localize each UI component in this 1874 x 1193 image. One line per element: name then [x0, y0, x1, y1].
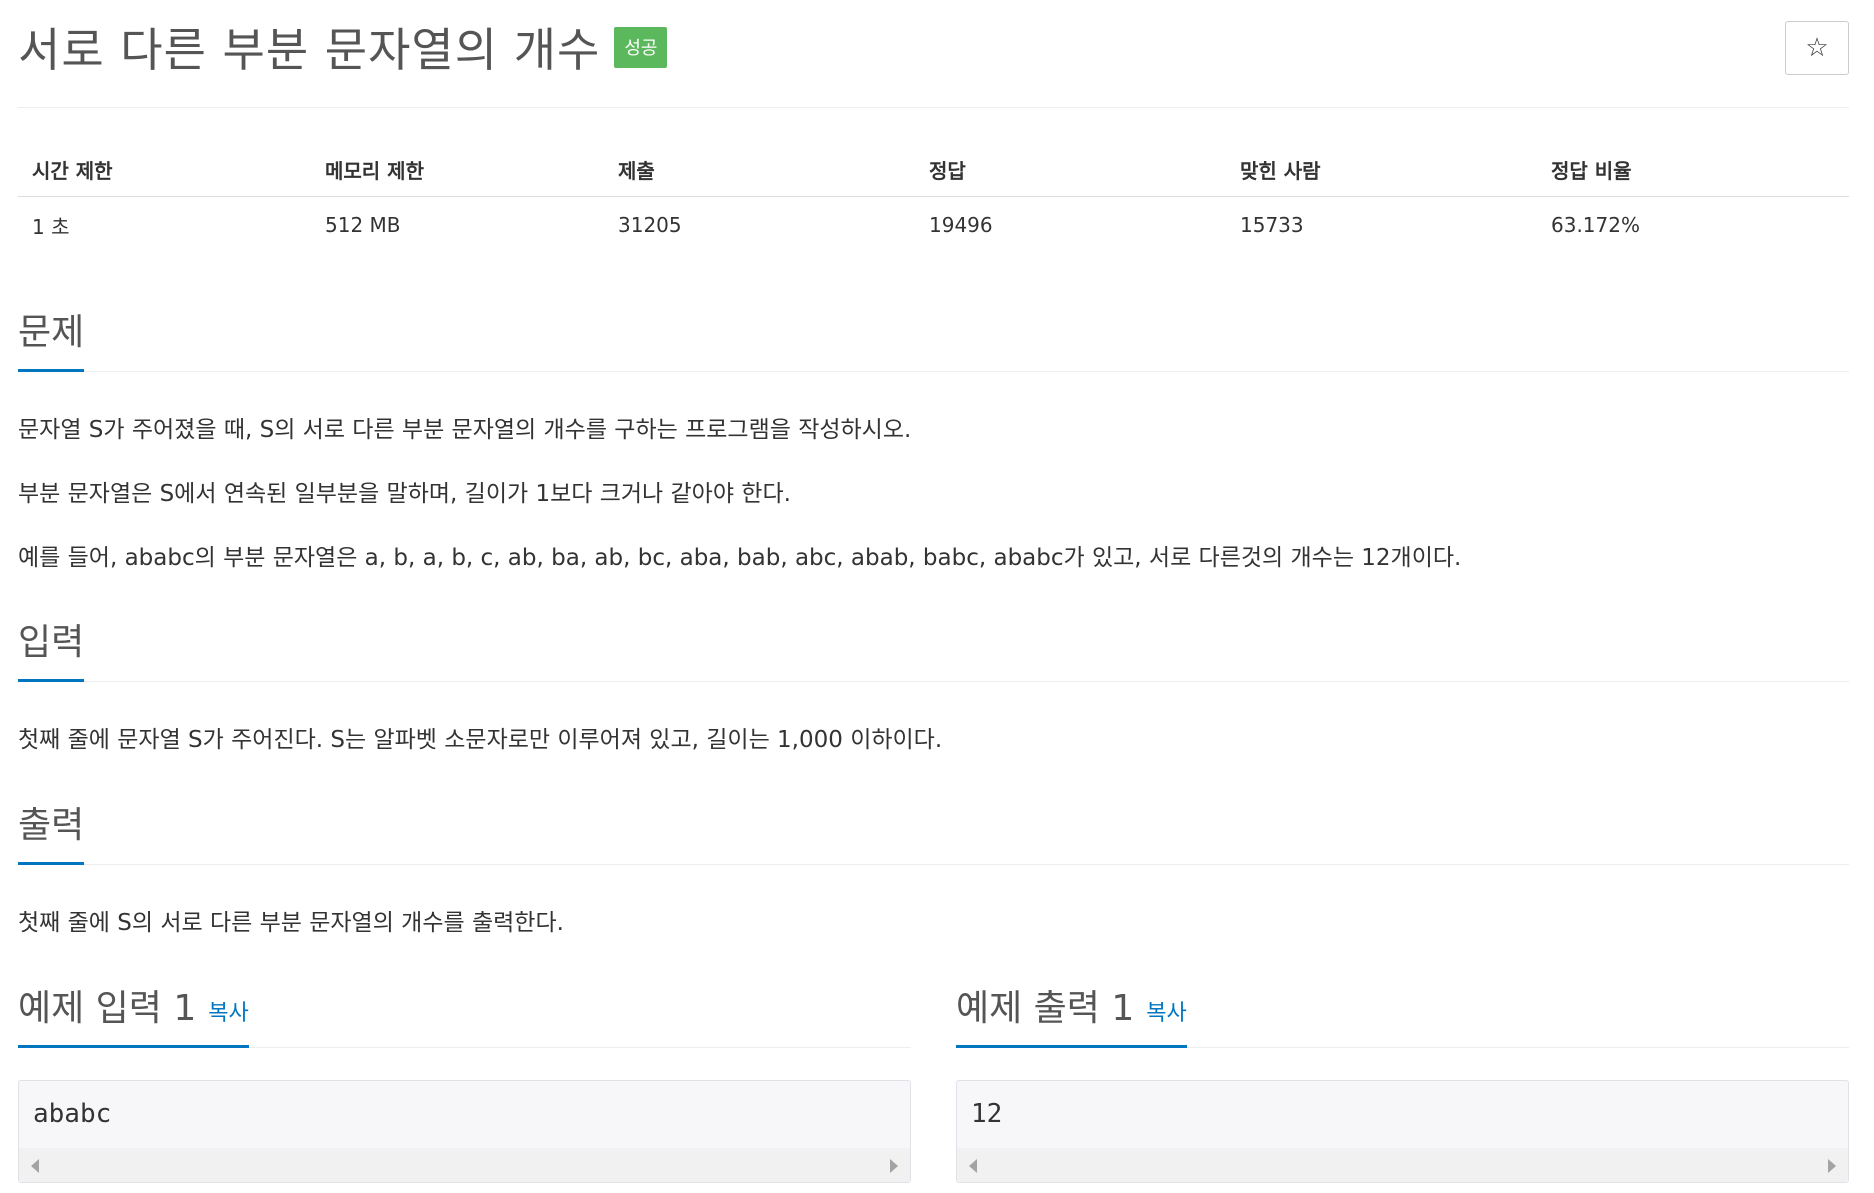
info-header-submissions: 제출: [604, 144, 915, 197]
sample-output-box[interactable]: 12: [956, 1080, 1849, 1183]
info-value-accepted: 19496: [929, 213, 993, 238]
scroll-left-arrow-icon[interactable]: [31, 1159, 39, 1173]
sample-output-copy-link[interactable]: 복사: [1146, 1001, 1186, 1026]
status-badge: 성공: [614, 27, 668, 68]
problem-title: 서로 다른 부분 문자열의 개수 성공: [18, 14, 668, 80]
info-value-solved-users: 15733: [1240, 213, 1304, 238]
output-description: 첫째 줄에 S의 서로 다른 부분 문자열의 개수를 출력한다.: [18, 910, 564, 936]
info-header-time-limit: 시간 제한: [18, 144, 311, 197]
title-row: 서로 다른 부분 문자열의 개수 성공 ☆: [18, 0, 1849, 108]
info-value-accept-ratio: 63.172%: [1551, 213, 1640, 238]
scroll-left-arrow-icon[interactable]: [969, 1159, 977, 1173]
input-heading: 입력: [18, 613, 85, 682]
star-icon: ☆: [1805, 33, 1829, 63]
sample-output-horizontal-scrollbar[interactable]: [957, 1148, 1848, 1182]
sample-input-heading: 예제 입력 1 복사: [18, 979, 249, 1048]
info-value-memory-limit: 512 MB: [325, 213, 401, 238]
info-value-row: 1 초 512 MB 31205 19496 15733 63.172%: [18, 196, 1849, 254]
sample-output-heading: 예제 출력 1 복사: [956, 979, 1187, 1048]
output-section-header: 출력: [18, 795, 1849, 865]
scroll-right-arrow-icon[interactable]: [1828, 1159, 1836, 1173]
info-header-row: 시간 제한 메모리 제한 제출 정답 맞힌 사람 정답 비율: [18, 144, 1849, 197]
info-header-accepted: 정답: [915, 144, 1226, 197]
favorite-star-button[interactable]: ☆: [1785, 21, 1849, 75]
sample-input-header: 예제 입력 1 복사: [18, 978, 911, 1048]
info-value-time-limit: 1 초: [32, 214, 70, 239]
problem-info-table: 시간 제한 메모리 제한 제출 정답 맞힌 사람 정답 비율 1 초 512 M…: [18, 144, 1849, 254]
sample-input-box[interactable]: ababc: [18, 1080, 911, 1183]
problem-page: 서로 다른 부분 문자열의 개수 성공 ☆ 시간 제한 메모리 제한 제출 정답 …: [18, 0, 1849, 1183]
sample-input-copy-link[interactable]: 복사: [208, 1001, 248, 1026]
info-value-submissions: 31205: [618, 213, 682, 238]
sample-output-header: 예제 출력 1 복사: [956, 978, 1849, 1048]
info-header-memory-limit: 메모리 제한: [311, 144, 604, 197]
description-heading: 문제: [18, 303, 85, 372]
sample-output-title: 예제 출력 1: [956, 988, 1135, 1029]
sample-input-horizontal-scrollbar[interactable]: [19, 1148, 910, 1182]
input-section-header: 입력: [18, 612, 1849, 682]
output-heading: 출력: [18, 796, 85, 865]
description-paragraph-1: 문자열 S가 주어졌을 때, S의 서로 다른 부분 문자열의 개수를 구하는 …: [18, 417, 912, 443]
description-paragraph-3: 예를 들어, ababc의 부분 문자열은 a, b, a, b, c, ab,…: [18, 545, 1462, 571]
input-description: 첫째 줄에 문자열 S가 주어진다. S는 알파벳 소문자로만 이루어져 있고,…: [18, 727, 943, 753]
description-section-header: 문제: [18, 302, 1849, 372]
sample-output-content: 12: [971, 1099, 1003, 1129]
sample-input-title: 예제 입력 1: [18, 988, 197, 1029]
sample-input-content: ababc: [33, 1099, 112, 1129]
description-paragraph-2: 부분 문자열은 S에서 연속된 일부분을 말하며, 길이가 1보다 크거나 같아…: [18, 481, 791, 507]
problem-title-text: 서로 다른 부분 문자열의 개수: [18, 23, 601, 77]
info-header-accept-ratio: 정답 비율: [1537, 144, 1849, 197]
info-header-solved-users: 맞힌 사람: [1226, 144, 1537, 197]
scroll-right-arrow-icon[interactable]: [890, 1159, 898, 1173]
